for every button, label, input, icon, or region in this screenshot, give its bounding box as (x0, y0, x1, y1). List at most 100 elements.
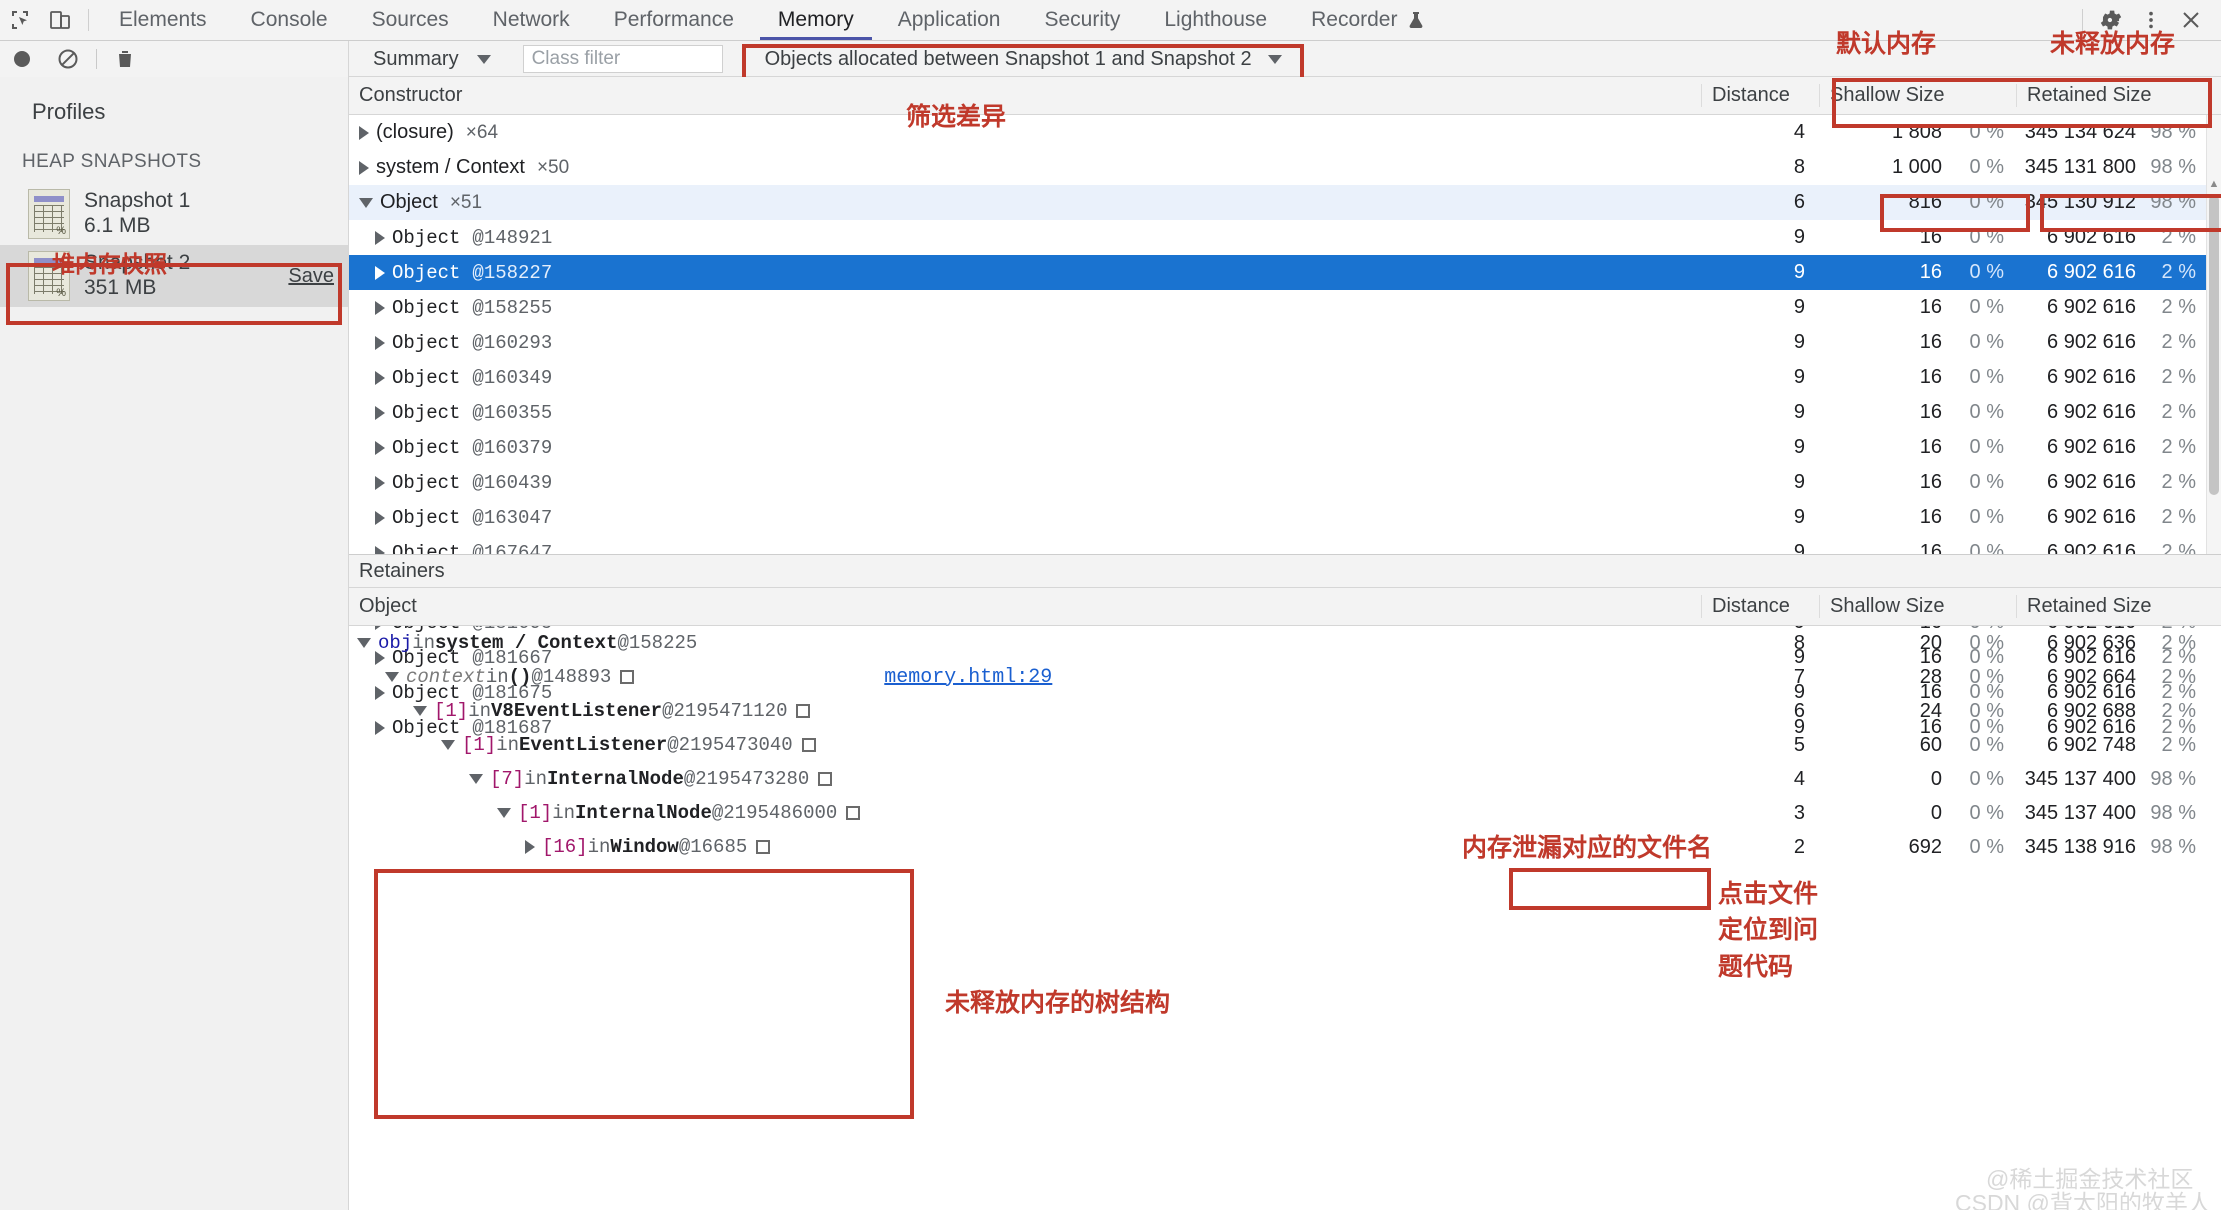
retained-size-cell: 6 902 636 2 % (2016, 632, 2206, 655)
object-id: @158255 (472, 296, 553, 319)
distance-cell: 4 (1701, 121, 1819, 144)
column-header-shallow-size[interactable]: Shallow Size (1819, 595, 2016, 618)
chevron-down-icon[interactable] (497, 808, 511, 818)
view-mode-select[interactable]: Summary (363, 48, 501, 71)
chevron-right-icon[interactable] (375, 475, 385, 490)
tab-network[interactable]: Network (471, 0, 592, 40)
column-header-retained-size[interactable]: Retained Size (2016, 84, 2206, 107)
clear-icon[interactable] (46, 42, 90, 76)
annotation-tree-structure: 未释放内存的树结构 (945, 989, 1171, 1017)
distance-cell: 5 (1701, 734, 1819, 757)
column-header-distance[interactable]: Distance (1701, 595, 1819, 618)
record-icon[interactable] (0, 42, 44, 76)
tab-label: Memory (777, 8, 854, 31)
chevron-down-icon[interactable] (357, 638, 371, 648)
close-icon[interactable] (2171, 0, 2211, 40)
column-header-distance[interactable]: Distance (1701, 84, 1819, 107)
inspect-element-icon[interactable] (0, 0, 40, 40)
column-header-constructor[interactable]: Constructor (349, 84, 1701, 107)
tab-console[interactable]: Console (229, 0, 350, 40)
table-row[interactable]: Object ×51 6 816 0 % 345 130 912 98 % (349, 185, 2221, 220)
tab-application[interactable]: Application (876, 0, 1023, 40)
chevron-right-icon[interactable] (359, 125, 369, 140)
scroll-up-arrow[interactable]: ▲ (2207, 177, 2221, 191)
device-toolbar-icon[interactable] (40, 0, 80, 40)
tab-lighthouse[interactable]: Lighthouse (1142, 0, 1289, 40)
trash-icon[interactable] (103, 42, 147, 76)
snapshot-text: Snapshot 1 6.1 MB (84, 189, 190, 239)
table-row[interactable]: [1] in EventListener @2195473040 5 60 0 % 6 … (349, 728, 2221, 762)
retainer-key: obj (378, 632, 413, 654)
table-row[interactable]: context in () @148893 memory.html:29 7 28 0 … (349, 660, 2221, 694)
retained-size-cell: 6 902 616 2 % (2016, 261, 2206, 284)
distance-value: 9 (1793, 471, 1805, 493)
distance-cell: 9 (1701, 296, 1819, 319)
table-row[interactable]: (closure) ×64 4 1 808 0 % 345 134 624 98 % (349, 115, 2221, 150)
retained-size-cell: 6 902 616 2 % (2016, 331, 2206, 354)
chevron-right-icon[interactable] (375, 370, 385, 385)
table-row[interactable]: Object @160355 9 16 0 % 6 902 616 2 % (349, 395, 2221, 430)
retained-size-percent: 2 % (2161, 436, 2196, 458)
snapshot-size: 6.1 MB (84, 214, 151, 237)
distance-value: 9 (1793, 366, 1805, 388)
table-row[interactable]: Object @158227 9 16 0 % 6 902 616 2 % (349, 255, 2221, 290)
table-row[interactable]: [1] in InternalNode @2195486000 3 0 0 % 345 … (349, 796, 2221, 830)
table-row[interactable]: obj in system / Context @158225 8 20 0 % 6 9… (349, 626, 2221, 660)
chevron-down-icon[interactable] (413, 706, 427, 716)
retainer-type: system / Context (435, 632, 618, 654)
distance-value: 5 (1793, 733, 1805, 756)
chevron-right-icon[interactable] (375, 405, 385, 420)
scrollbar-thumb[interactable] (2209, 195, 2219, 495)
distance-value: 9 (1793, 261, 1805, 283)
tab-label: Sources (371, 8, 449, 31)
tab-memory[interactable]: Memory (756, 0, 876, 40)
chevron-down-icon[interactable] (385, 672, 399, 682)
source-file-link[interactable]: memory.html:29 (884, 666, 1052, 689)
table-row[interactable]: [1] in V8EventListener @2195471120 6 24 0 %… (349, 694, 2221, 728)
shallow-size-value: 16 (1919, 401, 1942, 423)
distance-cell: 9 (1701, 366, 1819, 389)
table-row[interactable]: [7] in InternalNode @2195473280 4 0 0 % 345 … (349, 762, 2221, 796)
table-row[interactable]: Object @160379 9 16 0 % 6 902 616 2 % (349, 430, 2221, 465)
tab-security[interactable]: Security (1022, 0, 1142, 40)
chevron-right-icon[interactable] (375, 230, 385, 245)
distance-cell: 9 (1701, 471, 1819, 494)
retainer-name-cell: [1] in InternalNode @2195486000 (349, 802, 1701, 824)
shallow-size-value: 16 (1919, 226, 1942, 248)
table-row[interactable]: Object @160293 9 16 0 % 6 902 616 2 % (349, 325, 2221, 360)
shallow-size-percent: 0 % (1969, 366, 2004, 388)
retainer-in-keyword: in (485, 666, 509, 688)
table-row[interactable]: Object @158255 9 16 0 % 6 902 616 2 % (349, 290, 2221, 325)
table-row[interactable]: [16] in Window @16685 2 692 0 % 345 138 916 9… (349, 830, 2221, 864)
chevron-right-icon[interactable] (375, 440, 385, 455)
profiles-sidebar: Profiles HEAP SNAPSHOTS % Snapshot 1 6.1… (0, 77, 349, 1210)
table-row[interactable]: Object @163047 9 16 0 % 6 902 616 2 % (349, 500, 2221, 535)
chevron-right-icon[interactable] (375, 510, 385, 525)
table-row[interactable]: Object @160439 9 16 0 % 6 902 616 2 % (349, 465, 2221, 500)
chevron-right-icon[interactable] (525, 840, 535, 854)
table-row[interactable]: Object @160349 9 16 0 % 6 902 616 2 % (349, 360, 2221, 395)
distance-value: 3 (1793, 801, 1805, 824)
table-row[interactable]: system / Context ×50 8 1 000 0 % 345 131 800 9… (349, 150, 2221, 185)
save-snapshot-link[interactable]: Save (288, 265, 334, 288)
column-header-retained-size[interactable]: Retained Size (2016, 595, 2206, 618)
tab-performance[interactable]: Performance (592, 0, 756, 40)
chevron-right-icon[interactable] (375, 300, 385, 315)
chevron-right-icon[interactable] (375, 265, 385, 280)
tab-sources[interactable]: Sources (350, 0, 471, 40)
tab-recorder[interactable]: Recorder (1289, 0, 1448, 40)
constructor-scrollbar[interactable]: ▲ (2206, 115, 2221, 555)
column-header-shallow-size[interactable]: Shallow Size (1819, 84, 2016, 107)
chevron-down-icon[interactable] (469, 774, 483, 784)
table-row[interactable]: Object @148921 9 16 0 % 6 902 616 2 % (349, 220, 2221, 255)
chevron-right-icon[interactable] (359, 160, 369, 175)
sidebar-item-snapshot-1[interactable]: % Snapshot 1 6.1 MB (0, 183, 348, 245)
tab-elements[interactable]: Elements (97, 0, 229, 40)
constructor-name: Object (392, 331, 461, 354)
chevron-down-icon[interactable] (359, 197, 373, 208)
class-filter-input[interactable]: Class filter (522, 45, 723, 73)
allocation-filter-select[interactable]: Objects allocated between Snapshot 1 and… (751, 42, 1296, 76)
chevron-right-icon[interactable] (375, 335, 385, 350)
chevron-down-icon[interactable] (441, 740, 455, 750)
column-header-object[interactable]: Object (349, 595, 1701, 618)
